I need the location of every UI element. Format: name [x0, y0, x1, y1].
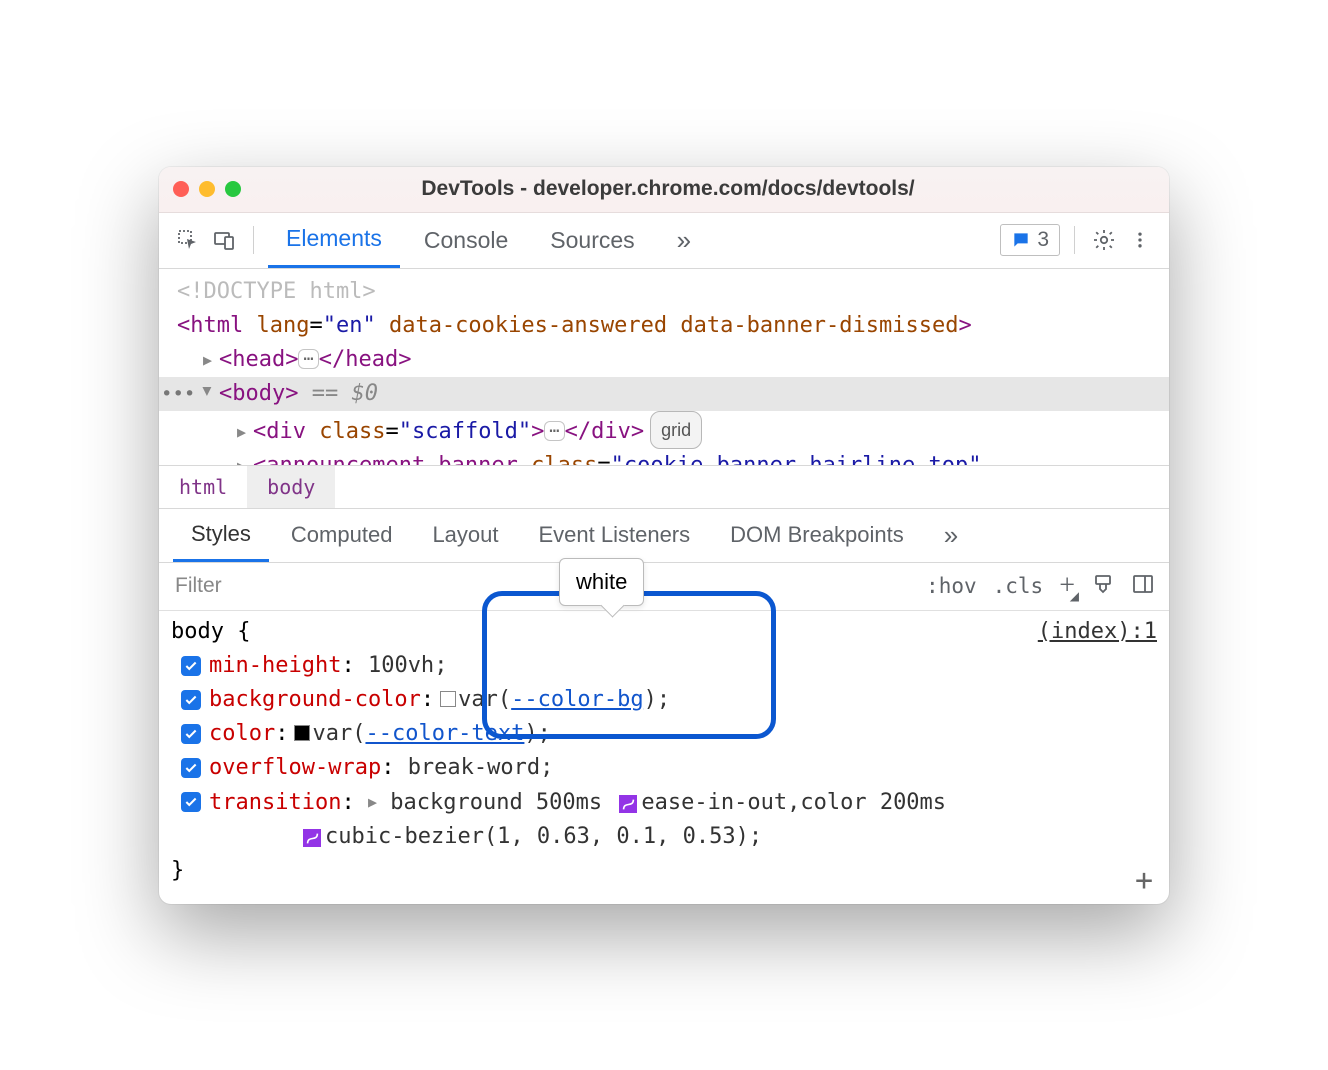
- hov-toggle[interactable]: :hov: [926, 574, 977, 598]
- color-swatch-icon[interactable]: [294, 725, 310, 741]
- subtab-dom-breakpoints[interactable]: DOM Breakpoints: [712, 508, 922, 562]
- subtab-computed[interactable]: Computed: [273, 508, 411, 562]
- bezier-editor-icon[interactable]: [303, 829, 321, 847]
- subtab-styles[interactable]: Styles: [173, 508, 269, 562]
- devtools-window: DevTools - developer.chrome.com/docs/dev…: [159, 167, 1169, 904]
- kebab-menu-icon[interactable]: [1125, 225, 1155, 255]
- tab-elements[interactable]: Elements: [268, 212, 400, 268]
- titlebar: DevTools - developer.chrome.com/docs/dev…: [159, 167, 1169, 213]
- breadcrumb: html body: [159, 465, 1169, 509]
- expand-icon[interactable]: ▶: [203, 343, 217, 377]
- selector[interactable]: body {: [171, 615, 250, 649]
- prop-color[interactable]: color:var(--color-text);: [171, 717, 1169, 751]
- styles-filter-bar: :hov .cls +◢: [159, 563, 1169, 611]
- html-element[interactable]: <html lang="en" data-cookies-answered da…: [177, 309, 1151, 343]
- bezier-editor-icon[interactable]: [619, 795, 637, 813]
- doctype-line: <!DOCTYPE html>: [177, 275, 1151, 309]
- prop-transition[interactable]: transition: ▶ background 500ms ease-in-o…: [171, 785, 1169, 820]
- head-element[interactable]: ▶<head>⋯</head>: [177, 343, 1151, 377]
- expand-icon[interactable]: ▶: [368, 793, 377, 811]
- color-swatch-icon[interactable]: [440, 691, 456, 707]
- var-link[interactable]: --color-bg: [511, 687, 643, 712]
- prop-toggle-checkbox[interactable]: [181, 792, 201, 812]
- prop-transition-cont: cubic-bezier(1, 0.63, 0.1, 0.53);: [171, 820, 1169, 854]
- styles-pane: white body { (index):1 min-height: 100vh…: [159, 611, 1169, 904]
- styles-filter-input[interactable]: [159, 574, 912, 598]
- cls-toggle[interactable]: .cls: [993, 574, 1044, 598]
- add-property-icon[interactable]: +: [1135, 864, 1153, 898]
- prop-toggle-checkbox[interactable]: [181, 758, 201, 778]
- traffic-lights: [173, 181, 241, 197]
- tabs-more-icon[interactable]: »: [659, 212, 709, 268]
- expand-icon[interactable]: ▶: [237, 449, 251, 465]
- tab-sources[interactable]: Sources: [532, 212, 652, 268]
- device-toggle-icon[interactable]: [209, 225, 239, 255]
- source-link[interactable]: (index):1: [1038, 615, 1157, 649]
- prop-background-color[interactable]: background-color:var(--color-bg);: [171, 683, 1169, 717]
- div-scaffold-element[interactable]: ▶<div class="scaffold">⋯</div>grid: [177, 411, 1151, 449]
- close-icon[interactable]: [173, 181, 189, 197]
- collapse-icon[interactable]: ▶: [191, 387, 225, 401]
- expand-icon[interactable]: ▶: [237, 415, 251, 449]
- computed-sidebar-toggle-icon[interactable]: [1131, 572, 1155, 601]
- var-link[interactable]: --color-text: [365, 721, 524, 746]
- settings-icon[interactable]: [1089, 225, 1119, 255]
- close-brace: }: [171, 854, 1169, 888]
- minimize-icon[interactable]: [199, 181, 215, 197]
- prop-overflow-wrap[interactable]: overflow-wrap: break-word;: [171, 751, 1169, 785]
- new-style-rule-icon[interactable]: +◢: [1059, 570, 1075, 602]
- subtab-event-listeners[interactable]: Event Listeners: [521, 508, 709, 562]
- subtabs-more-icon[interactable]: »: [926, 508, 976, 562]
- inspect-icon[interactable]: [173, 225, 203, 255]
- messages-button[interactable]: 3: [1000, 224, 1060, 256]
- ellipsis-icon[interactable]: ⋯: [298, 349, 318, 369]
- brush-icon[interactable]: [1091, 572, 1115, 601]
- grid-badge[interactable]: grid: [650, 411, 702, 449]
- prop-toggle-checkbox[interactable]: [181, 690, 201, 710]
- subtab-layout[interactable]: Layout: [414, 508, 516, 562]
- main-toolbar: Elements Console Sources » 3: [159, 213, 1169, 269]
- tab-console[interactable]: Console: [406, 212, 526, 268]
- body-element-selected[interactable]: ••• ▶<body> == $0: [159, 377, 1169, 411]
- ellipsis-icon[interactable]: ⋯: [544, 421, 564, 441]
- messages-count: 3: [1037, 228, 1049, 252]
- announcement-banner-element[interactable]: ▶<announcement-banner class="cookie-bann…: [177, 449, 1151, 465]
- prop-toggle-checkbox[interactable]: [181, 724, 201, 744]
- breadcrumb-html[interactable]: html: [159, 466, 247, 508]
- window-title: DevTools - developer.chrome.com/docs/dev…: [241, 177, 1095, 201]
- breadcrumb-body[interactable]: body: [247, 466, 335, 508]
- prop-toggle-checkbox[interactable]: [181, 656, 201, 676]
- dom-tree[interactable]: <!DOCTYPE html> <html lang="en" data-coo…: [159, 269, 1169, 465]
- zoom-icon[interactable]: [225, 181, 241, 197]
- prop-min-height[interactable]: min-height: 100vh;: [171, 649, 1169, 683]
- styles-subtabs: Styles Computed Layout Event Listeners D…: [159, 509, 1169, 563]
